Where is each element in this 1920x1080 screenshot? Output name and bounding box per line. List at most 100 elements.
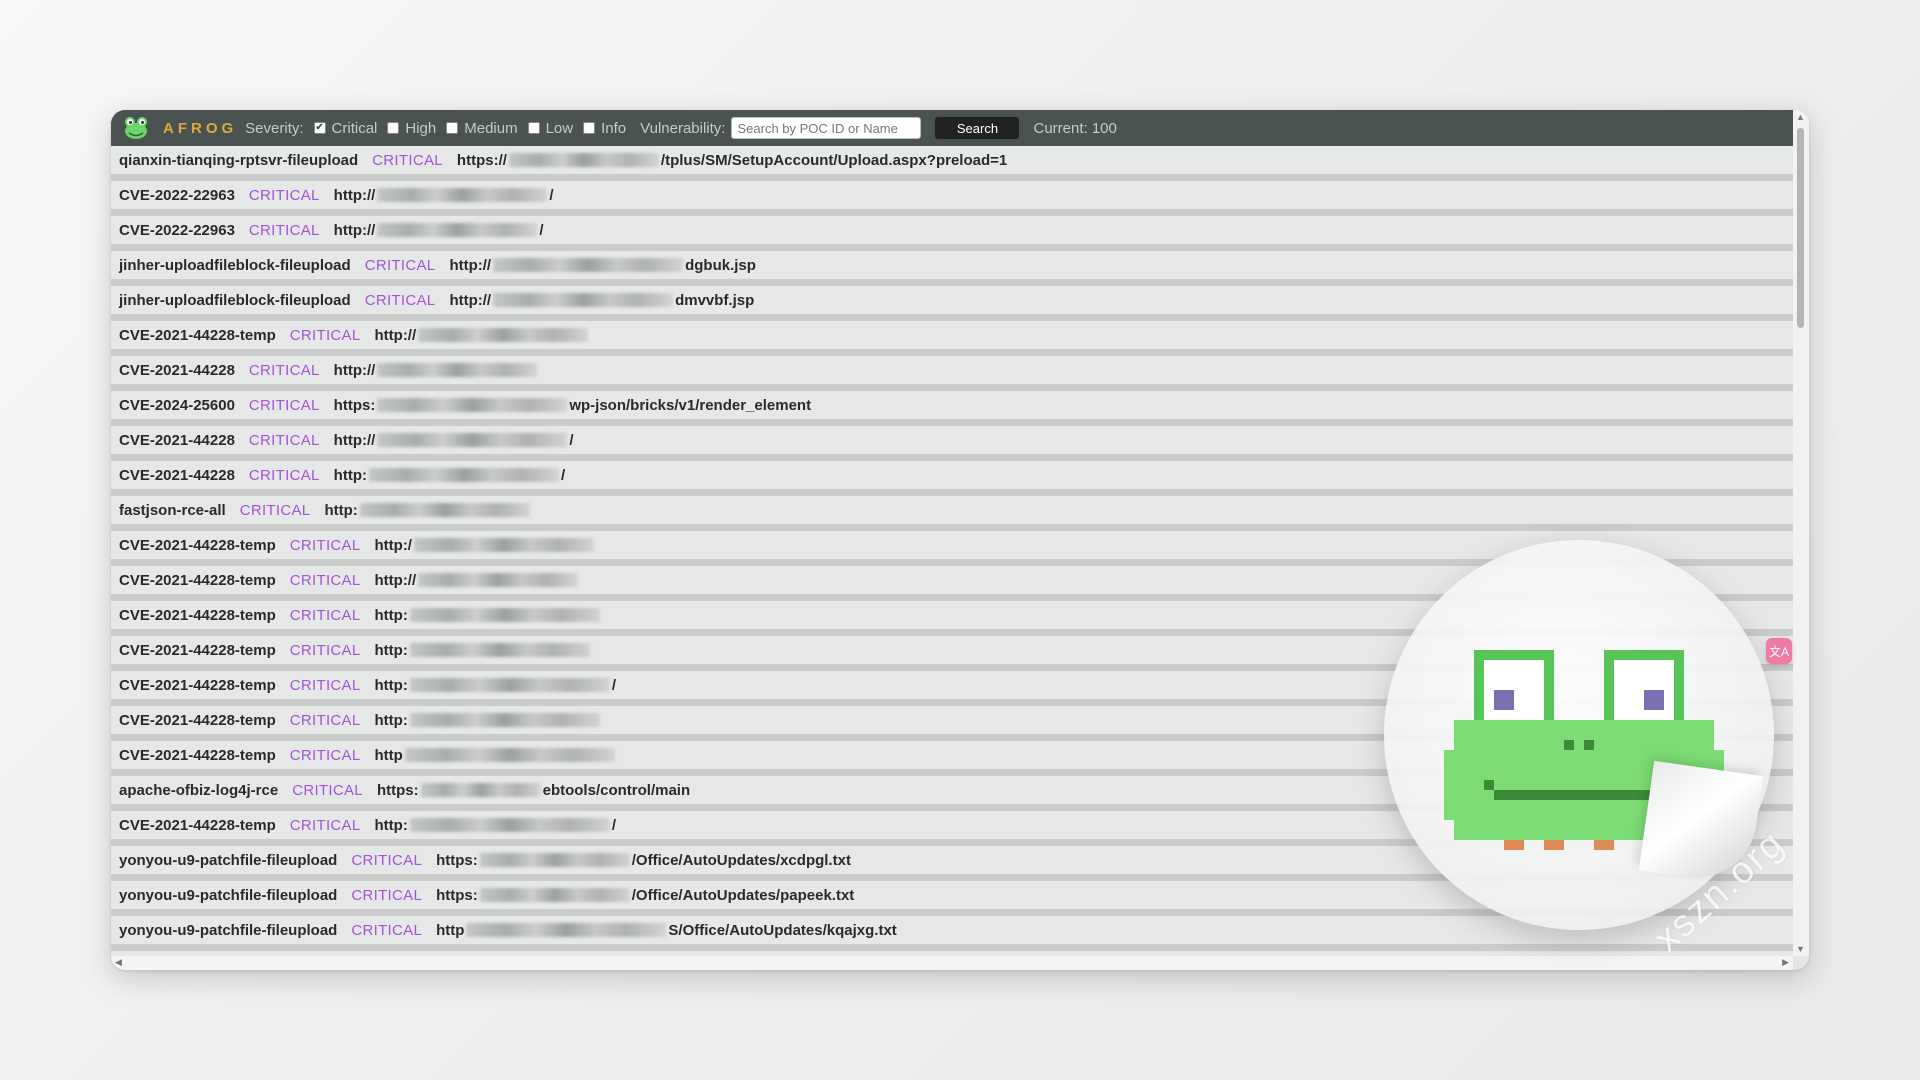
result-row[interactable]: CVE-2021-44228-temp CRITICAL http://	[111, 321, 1793, 356]
target-url-prefix[interactable]: http://	[375, 572, 417, 589]
severity-badge: CRITICAL	[289, 676, 361, 694]
target-url-prefix[interactable]: http://	[449, 257, 491, 274]
target-url-prefix[interactable]: http://	[334, 222, 376, 239]
scroll-right-icon[interactable]: ▶	[1782, 957, 1789, 968]
target-url-path[interactable]: /	[612, 677, 616, 694]
redacted-host	[409, 608, 600, 622]
target-url-prefix[interactable]: https:	[436, 887, 478, 904]
poc-id: CVE-2021-44228-temp	[119, 326, 276, 344]
target-url-prefix[interactable]: https://	[457, 152, 507, 169]
target-url-path[interactable]: /	[612, 817, 616, 834]
target-url-prefix[interactable]: http:	[375, 607, 408, 624]
redacted-host	[404, 748, 615, 762]
search-input[interactable]	[731, 117, 922, 139]
poc-id: CVE-2021-44228-temp	[119, 606, 276, 624]
frog-logo-icon	[121, 113, 151, 143]
scroll-thumb[interactable]	[1797, 128, 1804, 328]
severity-critical-checkbox[interactable]: ✔ Critical	[313, 120, 377, 137]
poc-id: CVE-2021-44228	[119, 361, 235, 379]
redacted-host	[377, 223, 538, 237]
translate-icon[interactable]: 文A	[1766, 638, 1792, 664]
toolbar: AFROG Severity: ✔ Critical High Medium L…	[111, 110, 1793, 146]
result-row[interactable]: qianxin-tianqing-rptsvr-fileupload CRITIC…	[111, 146, 1793, 181]
target-url-path[interactable]: wp-json/bricks/v1/render_element	[569, 397, 811, 414]
severity-low-checkbox[interactable]: Low	[527, 120, 573, 137]
redacted-host	[508, 153, 659, 167]
target-url-prefix[interactable]: http://	[449, 292, 491, 309]
target-url-prefix[interactable]: http://	[334, 432, 376, 449]
redacted-host	[377, 398, 568, 412]
search-button[interactable]: Search	[935, 117, 1020, 139]
target-url-prefix[interactable]: http:/	[375, 537, 412, 554]
checkbox-icon[interactable]	[583, 122, 596, 134]
target-url-path[interactable]: /	[549, 187, 553, 204]
severity-badge: CRITICAL	[364, 291, 436, 309]
severity-badge: CRITICAL	[239, 501, 311, 519]
redacted-host	[418, 328, 589, 342]
target-url-path[interactable]: dmvvbf.jsp	[675, 292, 754, 309]
severity-badge: CRITICAL	[364, 256, 436, 274]
target-url-prefix[interactable]: https:	[334, 397, 376, 414]
checkbox-icon[interactable]	[387, 122, 400, 134]
result-row[interactable]: CVE-2024-25600 CRITICAL https: wp-json/bric…	[111, 391, 1793, 426]
target-url-prefix[interactable]: http	[375, 747, 403, 764]
poc-id: CVE-2024-25600	[119, 396, 235, 414]
target-url-prefix[interactable]: http:	[375, 677, 408, 694]
result-row[interactable]: CVE-2021-44228 CRITICAL http://	[111, 356, 1793, 391]
target-url-prefix[interactable]: https:	[377, 782, 419, 799]
target-url-path[interactable]: /	[569, 432, 573, 449]
poc-id: CVE-2021-44228-temp	[119, 816, 276, 834]
horizontal-scrollbar[interactable]: ◀ ▶	[111, 956, 1793, 970]
severity-info-checkbox[interactable]: Info	[583, 120, 626, 137]
target-url-prefix[interactable]: https:	[436, 852, 478, 869]
target-url-prefix[interactable]: http:	[324, 502, 357, 519]
target-url-path[interactable]: /Office/AutoUpdates/papeek.txt	[632, 887, 855, 904]
target-url-path[interactable]: /	[561, 467, 565, 484]
target-url-path[interactable]: /tplus/SM/SetupAccount/Upload.aspx?prelo…	[661, 152, 1007, 169]
redacted-host	[466, 923, 667, 937]
current-count: Current: 100	[1033, 119, 1117, 137]
scroll-up-icon[interactable]: ▲	[1796, 112, 1805, 122]
result-row[interactable]: jinher-uploadfileblock-fileupload CRITICA…	[111, 251, 1793, 286]
target-url-prefix[interactable]: http:	[375, 642, 408, 659]
checkbox-checked-icon[interactable]: ✔	[313, 122, 326, 134]
severity-badge: CRITICAL	[372, 151, 443, 169]
scroll-down-icon[interactable]: ▼	[1796, 944, 1805, 954]
checkbox-icon[interactable]	[446, 122, 459, 134]
vertical-scrollbar[interactable]: ▲ ▼	[1793, 110, 1809, 956]
target-url-path[interactable]: S/Office/AutoUpdates/kqajxg.txt	[668, 922, 896, 939]
target-url-prefix[interactable]: http	[436, 922, 464, 939]
poc-id: CVE-2021-44228	[119, 431, 235, 449]
scroll-left-icon[interactable]: ◀	[115, 957, 122, 968]
severity-badge: CRITICAL	[351, 851, 423, 869]
target-url-prefix[interactable]: http://	[334, 362, 376, 379]
poc-id: CVE-2021-44228	[119, 466, 235, 484]
redacted-host	[418, 573, 579, 587]
target-url-prefix[interactable]: http:	[375, 712, 408, 729]
target-url-prefix[interactable]: http:	[375, 817, 408, 834]
poc-id: CVE-2021-44228-temp	[119, 711, 276, 729]
poc-id: yonyou-u9-patchfile-fileupload	[119, 921, 338, 939]
poc-id: yonyou-u9-patchfile-fileupload	[119, 886, 338, 904]
severity-high-checkbox[interactable]: High	[387, 120, 436, 137]
result-row[interactable]: CVE-2022-22963 CRITICAL http:// /	[111, 216, 1793, 251]
result-row[interactable]: CVE-2022-22963 CRITICAL http:// /	[111, 181, 1793, 216]
result-row[interactable]: CVE-2021-44228 CRITICAL http:// /	[111, 426, 1793, 461]
result-row[interactable]: fastjson-rce-all CRITICAL http:	[111, 496, 1793, 531]
redacted-host	[409, 713, 600, 727]
target-url-path[interactable]: dgbuk.jsp	[685, 257, 756, 274]
target-url-path[interactable]: ebtools/control/main	[543, 782, 691, 799]
result-row[interactable]: CVE-2021-44228 CRITICAL http: /	[111, 461, 1793, 496]
checkbox-icon[interactable]	[527, 122, 540, 134]
target-url-prefix[interactable]: http://	[375, 327, 417, 344]
poc-id: CVE-2021-44228-temp	[119, 641, 276, 659]
target-url-path[interactable]: /Office/AutoUpdates/xcdpgl.txt	[632, 852, 851, 869]
target-url-prefix[interactable]: http://	[334, 187, 376, 204]
redacted-host	[493, 258, 684, 272]
target-url-path[interactable]: /	[539, 222, 543, 239]
result-row[interactable]: jinher-uploadfileblock-fileupload CRITICA…	[111, 286, 1793, 321]
severity-badge: CRITICAL	[248, 186, 320, 204]
redacted-host	[493, 293, 674, 307]
target-url-prefix[interactable]: http:	[334, 467, 367, 484]
severity-medium-checkbox[interactable]: Medium	[446, 120, 518, 137]
